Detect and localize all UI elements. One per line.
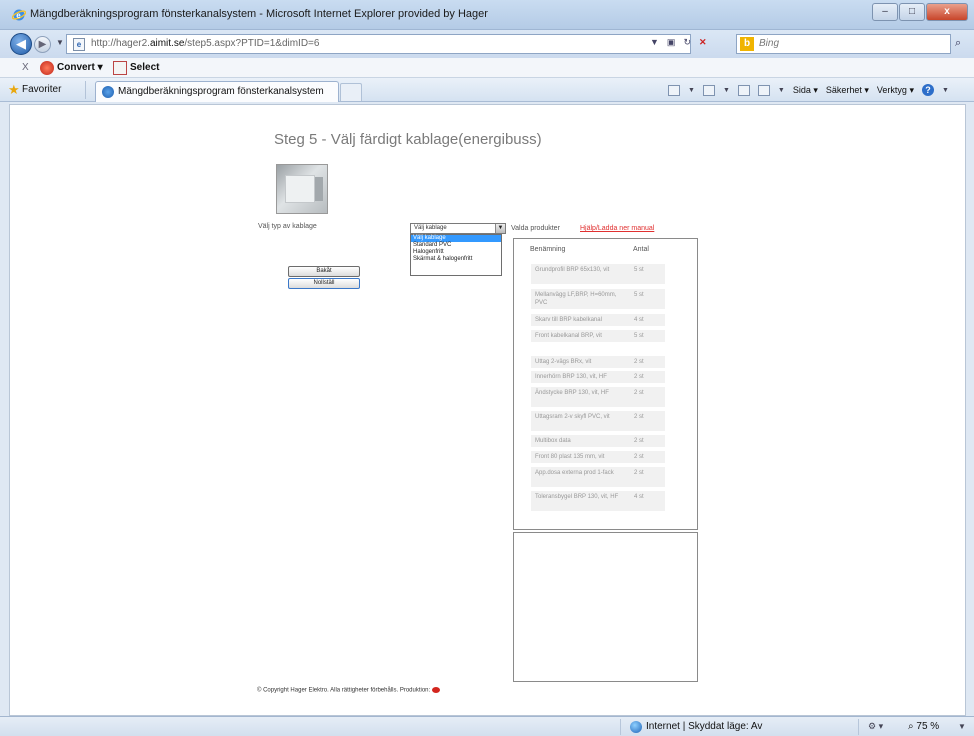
chevron-down-icon[interactable]: ▼	[495, 224, 505, 233]
table-row: Mellanvägg LF,BRP, H=60mm, PVC 5 st	[531, 289, 665, 309]
search-input[interactable]: b Bing	[736, 34, 951, 54]
maximize-button[interactable]: □	[899, 3, 925, 21]
select-icon	[113, 61, 127, 75]
minimize-button[interactable]: –	[872, 3, 898, 21]
help-dropdown-icon[interactable]: ▼	[942, 87, 949, 94]
window-title: Mängdberäkningsprogram fönsterkanalsyste…	[30, 8, 488, 20]
popup-blocker-icon[interactable]: ⚙ ▾	[868, 721, 883, 732]
table-row: Innerhörn BRP 130, vit, HF 2 st	[531, 371, 665, 383]
table-row: Multibox data 2 st	[531, 435, 665, 447]
close-toolbar-button[interactable]: X	[22, 62, 29, 73]
convert-button[interactable]: Convert ▾	[57, 62, 103, 73]
table-row: Front kabelkanal BRP, vit 5 st	[531, 330, 665, 342]
search-placeholder: Bing	[759, 38, 780, 49]
product-image-channel	[315, 177, 323, 201]
cable-type-dropdown: Välj kablage Standard PVC Halogenfritt S…	[410, 234, 502, 276]
page-icon: e	[73, 38, 85, 51]
favorites-star-icon[interactable]: ★	[8, 83, 20, 96]
producer-logo-icon[interactable]	[432, 687, 441, 693]
product-image-panel	[285, 175, 315, 203]
status-bar: Internet | Skyddat läge: Av ⚙ ▾ ⌕ 75 % ▼	[0, 716, 974, 736]
new-tab-button[interactable]	[340, 83, 362, 101]
feeds-dropdown-icon[interactable]: ▼	[723, 87, 730, 94]
zoom-dropdown-icon[interactable]: ▼	[958, 722, 966, 731]
tab-page-icon	[102, 86, 114, 98]
favorites-bar: ★ Favoriter Mängdberäkningsprogram fönst…	[0, 78, 974, 102]
safety-menu[interactable]: Säkerhet ▾	[826, 85, 869, 96]
ie-logo-icon: e	[11, 8, 27, 22]
dropdown-icon[interactable]: ▼	[650, 37, 659, 48]
address-bar: ◀ ▶ ▼ e http://hager2.aimit.se/step5.asp…	[0, 30, 974, 58]
back-button[interactable]: Bakåt	[288, 266, 360, 277]
stop-icon[interactable]: ✕	[699, 37, 707, 48]
page-title: Steg 5 - Välj färdigt kablage(energibuss…	[274, 131, 542, 148]
tab-active[interactable]: Mängdberäkningsprogram fönsterkanalsyste…	[95, 81, 339, 102]
table-row: Uttag 2-vägs BRx, vit 2 st	[531, 356, 665, 368]
convert-icon	[40, 61, 54, 75]
url-input[interactable]: e http://hager2.aimit.se/step5.aspx?PTID…	[66, 34, 691, 54]
copyright-text: © Copyright Hager Elektro. Alla rättighe…	[257, 687, 441, 694]
status-divider	[858, 719, 859, 735]
window-title-bar: e Mängdberäkningsprogram fönsterkanalsys…	[0, 0, 974, 30]
tools-menu[interactable]: Verktyg ▾	[877, 85, 914, 96]
cable-type-label: Välj typ av kablage	[258, 223, 317, 230]
mail-icon[interactable]	[737, 84, 750, 96]
feeds-icon[interactable]	[702, 84, 715, 96]
print-icon[interactable]	[757, 84, 770, 96]
cable-type-select[interactable]: Välj kablage ▼	[410, 223, 506, 234]
search-icon[interactable]: ⌕	[955, 37, 961, 50]
table-row: Toleransbygel BRP 130, vit, HF 4 st	[531, 491, 665, 511]
help-icon[interactable]: ?	[921, 84, 934, 96]
magnifier-icon: ⌕	[908, 721, 914, 732]
svg-text:e: e	[16, 11, 21, 20]
back-arrow-icon[interactable]: ◀	[10, 33, 32, 55]
dropdown-option[interactable]: Standard PVC	[411, 242, 501, 249]
selected-products-label: Valda produkter	[511, 225, 560, 232]
home-dropdown-icon[interactable]: ▼	[688, 87, 695, 94]
help-manual-link[interactable]: Hjälp/Ladda ner manual	[580, 225, 654, 232]
tab-label: Mängdberäkningsprogram fönsterkanalsyste…	[118, 86, 324, 97]
table-row: Skarv till BRP kabelkanal 4 st	[531, 314, 665, 326]
select-value: Välj kablage	[414, 225, 447, 231]
favorites-button[interactable]: Favoriter	[22, 84, 61, 95]
selected-products-panel: Benämning Antal Grundprofil BRP 65x130, …	[513, 238, 698, 530]
status-divider	[620, 719, 621, 735]
dropdown-option[interactable]: Halogenfritt	[411, 249, 501, 256]
favorites-divider	[85, 81, 86, 99]
zoom-level[interactable]: ⌕ 75 %	[908, 721, 939, 732]
dropdown-option[interactable]: Välj kablage	[411, 235, 501, 242]
page-menu[interactable]: Sida ▾	[793, 85, 818, 96]
print-dropdown-icon[interactable]: ▼	[778, 87, 785, 94]
forward-arrow-icon[interactable]: ▶	[34, 36, 51, 53]
addon-toolbar: X Convert ▾ Select	[0, 58, 974, 78]
table-row: Grundprofil BRP 65x130, vit 5 st	[531, 264, 665, 284]
table-row: App.dosa externa prod 1-fack 2 st	[531, 467, 665, 487]
compatibility-icon[interactable]: ▣	[667, 37, 676, 48]
select-button[interactable]: Select	[130, 62, 159, 73]
history-dropdown-icon[interactable]: ▼	[56, 38, 64, 47]
reset-button[interactable]: Nollställ	[288, 278, 360, 289]
url-text: http://hager2.aimit.se/step5.aspx?PTID=1…	[91, 38, 320, 49]
close-window-button[interactable]: x	[926, 3, 968, 21]
table-row: Uttagsram 2-v skyfl PVC, vit 2 st	[531, 411, 665, 431]
globe-icon	[630, 721, 642, 733]
table-row: Front 80 plast 135 mm, vit 2 st	[531, 451, 665, 463]
details-panel	[513, 532, 698, 682]
page-content: Steg 5 - Välj färdigt kablage(energibuss…	[9, 104, 966, 716]
dropdown-option[interactable]: Skärmat & halogenfritt	[411, 256, 501, 263]
table-header-name: Benämning	[530, 246, 566, 253]
security-zone[interactable]: Internet | Skyddat läge: Av	[646, 721, 762, 732]
home-icon[interactable]	[668, 84, 680, 96]
product-image	[276, 164, 328, 214]
table-header-quantity: Antal	[633, 246, 649, 253]
table-row: Ändstycke BRP 130, vit, HF 2 st	[531, 387, 665, 407]
refresh-icon[interactable]: ↻	[683, 37, 691, 48]
bing-icon: b	[740, 37, 754, 51]
